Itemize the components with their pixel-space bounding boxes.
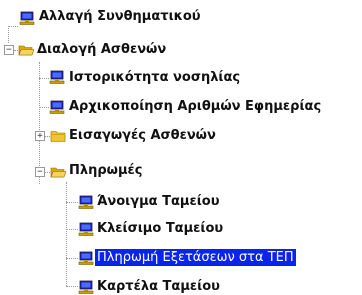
tree-connector: [8, 26, 18, 27]
tree-connector: [66, 202, 78, 203]
tree-connector: [66, 286, 78, 287]
tree-connector: [66, 182, 67, 286]
terminal-computer-icon: [78, 222, 94, 236]
tree-item-label: Καρτέλα Ταμείου: [97, 279, 220, 294]
tree-item-label-selected: Πληρωμή Εξετάσεων στα ΤΕΠ: [95, 249, 296, 266]
tree-connector: [39, 107, 49, 108]
tree-connector: [39, 62, 40, 184]
tree-item-label: Κλείσιμο Ταμείου: [97, 221, 224, 236]
tree-item-label: Άνοιγμα Ταμείου: [97, 194, 220, 209]
terminal-computer-icon: [49, 100, 65, 114]
tree-item-label: Ιστορικότητα νοσηλίας: [69, 70, 241, 85]
expand-toggle[interactable]: +: [35, 131, 45, 141]
terminal-computer-icon: [78, 195, 94, 209]
tree-item-label: Αρχικοποίηση Αριθμών Εφημερίας: [69, 99, 322, 114]
tree-connector: [66, 258, 78, 259]
terminal-computer-icon: [49, 70, 65, 84]
folder-open-icon: [50, 167, 66, 178]
terminal-computer-icon: [78, 280, 94, 294]
collapse-toggle[interactable]: −: [35, 167, 45, 177]
tree-connector: [39, 78, 49, 79]
navigation-tree: Αλλαγή Συνθηματικού − Διαλογή Ασθενών Ισ…: [0, 0, 362, 295]
tree-item-label: Διαλογή Ασθενών: [37, 42, 167, 57]
tree-item-label: Εισαγωγές Ασθενών: [69, 128, 216, 143]
tree-item-label: Πληρωμές: [69, 163, 143, 178]
collapse-toggle[interactable]: −: [4, 45, 14, 55]
folder-closed-icon: [50, 131, 66, 142]
terminal-computer-icon: [78, 251, 94, 265]
tree-connector: [66, 229, 78, 230]
tree-item-label: Αλλαγή Συνθηματικού: [39, 9, 201, 24]
folder-open-icon: [18, 45, 34, 56]
tree-connector: [8, 26, 9, 43]
terminal-computer-icon: [19, 11, 35, 25]
